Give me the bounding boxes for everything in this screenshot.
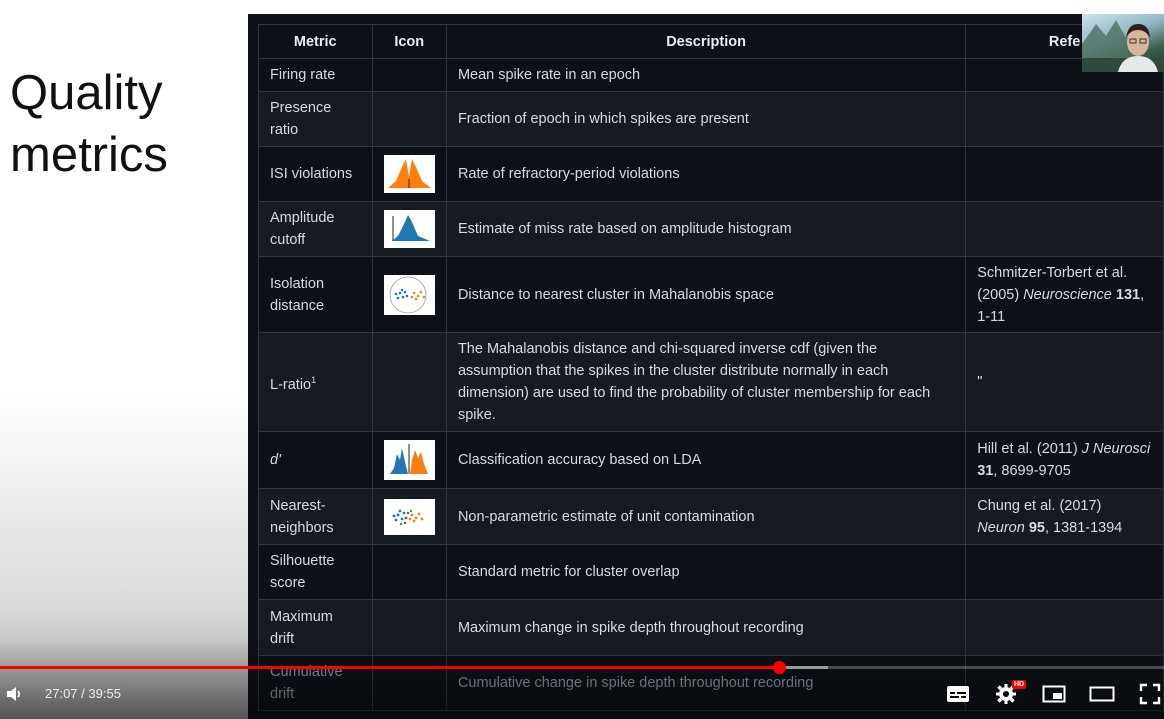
reference-cell <box>965 146 1164 202</box>
current-time: 27:07 <box>45 686 78 701</box>
table-row: Cumulative drift Cumulative change in sp… <box>258 655 1164 711</box>
reference-pages: , 1381-1394 <box>1044 519 1123 536</box>
description-cell: The Mahalanobis distance and chi-squared… <box>445 332 967 432</box>
table-row: Firing rate Mean spike rate in an epoch <box>258 58 1164 92</box>
presenter-webcam <box>1082 14 1164 72</box>
metric-name: L-ratio <box>270 376 312 393</box>
description-cell: Classification accuracy based on LDA <box>445 431 967 489</box>
time-separator: / <box>77 686 89 701</box>
quality-metrics-table: Metric Icon Description Refe Firing rate… <box>258 24 1164 711</box>
icon-cell <box>371 91 447 147</box>
description-cell: Cumulative change in spike depth through… <box>445 655 967 711</box>
table-row: Nearest-neighbors Non-parametric estimat… <box>258 488 1164 545</box>
table-row: Presence ratio Fraction of epoch in whic… <box>258 91 1164 147</box>
nearest-neighbors-icon <box>383 498 435 535</box>
slide-title-line1: Quality <box>10 66 163 120</box>
metric-cell: d' <box>258 431 373 489</box>
reference-cell <box>965 91 1164 147</box>
isi-histogram-icon <box>383 155 435 193</box>
reference-journal: Neuroscience <box>1023 286 1112 303</box>
icon-cell <box>371 431 447 489</box>
icon-cell <box>371 655 447 711</box>
table-row: Amplitude cutoff Estimate of miss rate b… <box>258 201 1164 257</box>
reference-cell: Schmitzer-Torbert et al. (2005) Neurosci… <box>965 256 1164 333</box>
description-cell: Maximum change in spike depth throughout… <box>445 599 967 656</box>
metric-cell: Maximum drift <box>258 599 373 656</box>
icon-cell <box>371 599 447 656</box>
reference-cell <box>965 201 1164 257</box>
progress-played <box>0 666 780 669</box>
miniplayer-icon[interactable] <box>1042 684 1066 704</box>
reference-cell: Chung et al. (2017) Neuron 95, 1381-1394 <box>965 488 1164 545</box>
reference-text: Hill et al. (2011) <box>977 441 1082 457</box>
theater-mode-icon[interactable] <box>1089 684 1115 704</box>
metric-cell: Isolation distance <box>258 256 373 333</box>
duration: 39:55 <box>88 686 121 701</box>
amplitude-histogram-icon <box>383 210 435 248</box>
volume-icon[interactable] <box>4 684 24 704</box>
fullscreen-icon[interactable] <box>1139 683 1161 705</box>
description-cell: Standard metric for cluster overlap <box>445 544 967 600</box>
metric-cell: ISI violations <box>258 146 373 202</box>
hd-badge: HD <box>1012 680 1027 689</box>
reference-cell: " <box>965 332 1164 432</box>
isolation-distance-icon <box>383 274 435 315</box>
subtitles-icon[interactable] <box>946 683 970 705</box>
slide-top-strip <box>248 0 1164 14</box>
description-cell: Rate of refractory-period violations <box>445 146 967 202</box>
icon-cell <box>371 544 447 600</box>
reference-cell <box>965 544 1164 600</box>
reference-journal: J Neurosci <box>1081 441 1151 457</box>
icon-cell <box>371 488 447 545</box>
slide-left-panel: Quality metrics <box>0 0 248 719</box>
description-cell: Distance to nearest cluster in Mahalanob… <box>445 256 967 333</box>
reference-cell: Hill et al. (2011) J Neurosci 31, 8699-97… <box>965 431 1164 489</box>
metric-cell: Firing rate <box>258 58 373 92</box>
reference-text: Chung et al. (2017) <box>977 497 1102 514</box>
icon-cell <box>371 146 447 202</box>
reference-volume: 131 <box>1111 286 1141 303</box>
icon-cell <box>371 201 447 257</box>
slide-title: Quality metrics <box>10 62 168 186</box>
table-row: Silhouette score Standard metric for clu… <box>258 544 1164 600</box>
table-row: d' Classification accuracy based on LDA … <box>258 431 1164 489</box>
column-header-icon: Icon <box>371 24 447 59</box>
description-cell: Mean spike rate in an epoch <box>445 58 967 92</box>
description-cell: Fraction of epoch in which spikes are pr… <box>445 91 967 147</box>
reference-journal: Neuron <box>977 519 1025 536</box>
metric-cell: Cumulative drift <box>258 655 373 711</box>
reference-volume: 95 <box>1024 519 1045 536</box>
description-cell: Estimate of miss rate based on amplitude… <box>445 201 967 257</box>
column-header-metric: Metric <box>258 24 373 59</box>
reference-pages: , 8699-9705 <box>993 463 1071 479</box>
metric-cell: Nearest-neighbors <box>258 488 373 545</box>
table-row: ISI violations Rate of refractory-period… <box>258 146 1164 202</box>
column-header-description: Description <box>445 24 967 59</box>
time-display: 27:07 / 39:55 <box>45 686 121 701</box>
metric-cell: Presence ratio <box>258 91 373 147</box>
icon-cell <box>371 256 447 333</box>
metric-cell: Silhouette score <box>258 544 373 600</box>
reference-cell <box>965 599 1164 656</box>
table-row: Maximum drift Maximum change in spike de… <box>258 599 1164 656</box>
table-header-row: Metric Icon Description Refe <box>258 24 1164 59</box>
slide-title-line2: metrics <box>10 128 168 182</box>
metric-cell: L-ratio1 <box>258 332 373 432</box>
icon-cell <box>371 332 447 432</box>
metric-cell: Amplitude cutoff <box>258 201 373 257</box>
progress-scrubber-handle[interactable] <box>773 661 786 674</box>
table-row: Isolation distance Distance to nearest c… <box>258 256 1164 333</box>
footnote-marker: 1 <box>311 374 317 385</box>
icon-cell <box>371 58 447 92</box>
description-cell: Non-parametric estimate of unit contamin… <box>445 488 967 545</box>
lda-histogram-icon <box>383 440 435 480</box>
reference-volume: 31 <box>977 463 994 479</box>
table-row: L-ratio1 The Mahalanobis distance and ch… <box>258 332 1164 432</box>
